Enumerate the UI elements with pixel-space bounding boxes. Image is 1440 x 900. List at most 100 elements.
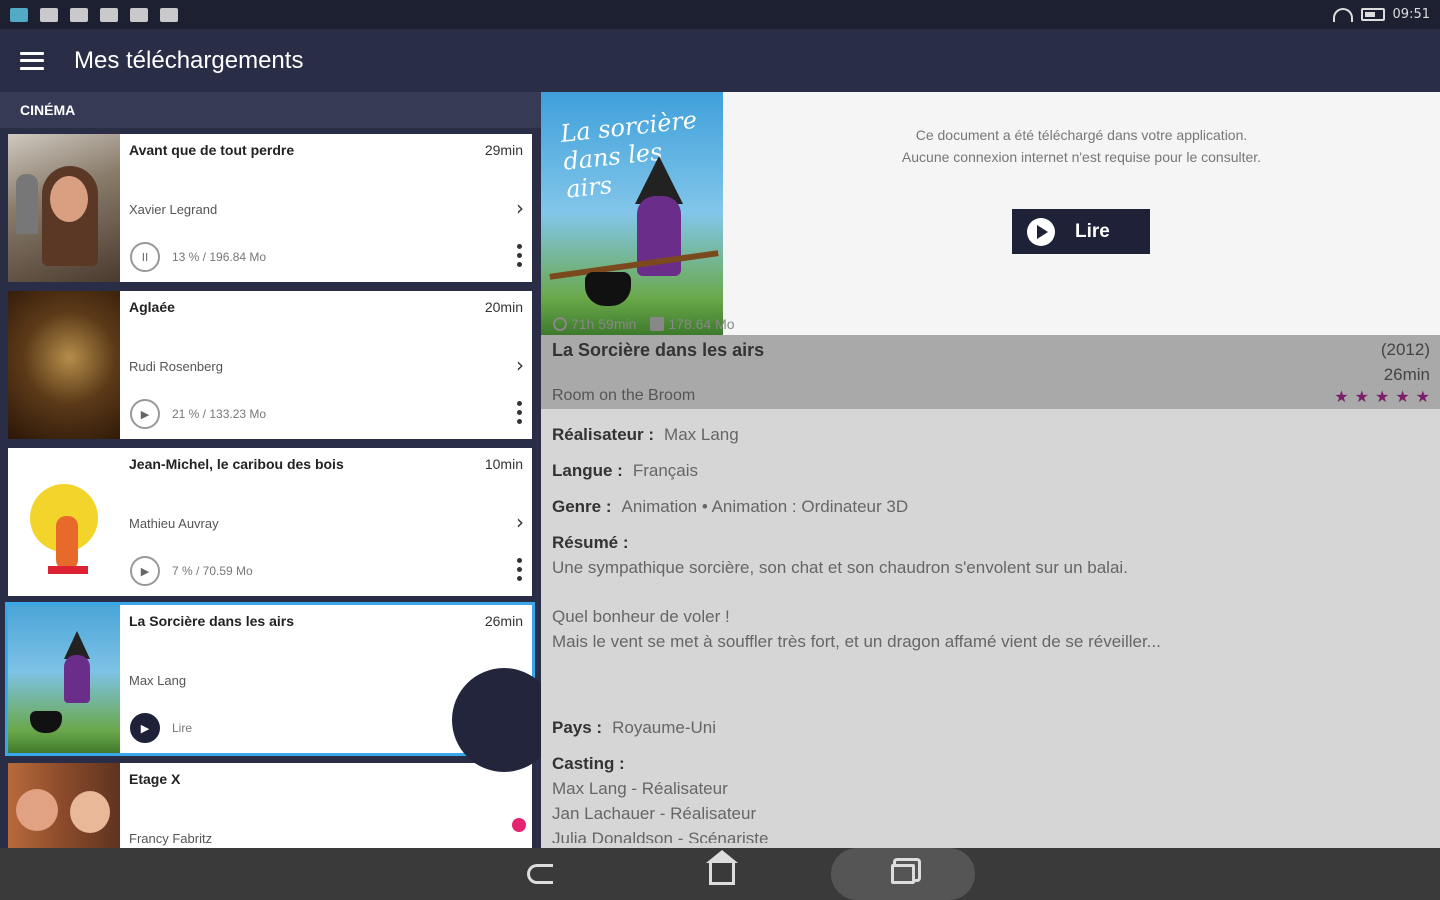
language-row: Langue : Français bbox=[552, 461, 699, 480]
notification-badge bbox=[512, 818, 526, 832]
cloud-icon bbox=[40, 7, 58, 22]
play-icon[interactable]: ▶ bbox=[130, 713, 160, 743]
cast-label: Casting : bbox=[552, 754, 625, 773]
genre-value: Animation • Animation : Ordinateur 3D bbox=[621, 497, 909, 516]
card-duration: 10min bbox=[484, 456, 523, 472]
summary-text: Une sympathique sorcière, son chat et so… bbox=[552, 558, 1128, 577]
film-poster: La sorcière dans les airs bbox=[541, 92, 723, 335]
more-options-icon[interactable] bbox=[517, 401, 522, 424]
play-icon[interactable]: ▶ bbox=[130, 399, 160, 429]
play-button[interactable]: Lire bbox=[1012, 209, 1150, 254]
offline-message-line: Aucune connexion internet n'est requise … bbox=[901, 149, 1262, 165]
download-card[interactable]: Aglaée 20min Rudi Rosenberg › ▶ 21 % / 1… bbox=[8, 291, 532, 439]
star-icon: ★ bbox=[1415, 387, 1430, 406]
pause-icon[interactable]: II bbox=[130, 242, 160, 272]
notification-icons bbox=[10, 7, 178, 22]
star-icon: ★ bbox=[1395, 387, 1410, 406]
keyboard-icon bbox=[70, 7, 88, 22]
card-director: Xavier Legrand bbox=[129, 202, 218, 217]
film-duration: 26min bbox=[1383, 365, 1430, 384]
cast-member: Jan Lachauer - Réalisateur bbox=[552, 804, 757, 823]
more-options-icon[interactable] bbox=[517, 558, 522, 581]
summary-text: Quel bonheur de voler ! bbox=[552, 607, 730, 626]
battery-icon bbox=[1360, 8, 1385, 21]
chevron-right-icon[interactable]: › bbox=[516, 353, 524, 377]
genre-row: Genre : Animation • Animation : Ordinate… bbox=[552, 497, 909, 516]
card-title: Jean-Michel, le caribou des bois bbox=[129, 456, 344, 472]
hamburger-menu-icon[interactable] bbox=[20, 51, 44, 70]
section-header: CINÉMA bbox=[0, 92, 541, 128]
film-thumbnail bbox=[8, 763, 120, 848]
country-row: Pays : Royaume-Uni bbox=[552, 718, 717, 737]
app-icon bbox=[10, 7, 28, 22]
card-title: La Sorcière dans les airs bbox=[129, 613, 294, 629]
play-store-icon bbox=[160, 7, 178, 22]
recents-button[interactable] bbox=[831, 848, 975, 900]
system-nav-bar bbox=[0, 848, 1440, 900]
film-title: La Sorcière dans les airs bbox=[552, 340, 765, 360]
star-icon: ★ bbox=[1374, 387, 1390, 406]
card-director: Mathieu Auvray bbox=[129, 516, 219, 531]
card-duration: 20min bbox=[484, 299, 523, 315]
card-title: Aglaée bbox=[129, 299, 175, 315]
chevron-right-icon[interactable]: › bbox=[516, 510, 524, 534]
wifi-icon bbox=[1332, 7, 1353, 22]
play-icon bbox=[1027, 217, 1055, 246]
film-thumbnail bbox=[8, 605, 120, 753]
home-icon bbox=[706, 850, 738, 885]
summary-label: Résumé : bbox=[552, 533, 629, 552]
back-button[interactable] bbox=[500, 848, 580, 900]
storage-icon bbox=[650, 317, 665, 331]
back-icon bbox=[527, 864, 553, 884]
file-size: 178.64 Mo bbox=[668, 316, 735, 332]
download-card[interactable]: Avant que de tout perdre 29min Xavier Le… bbox=[8, 134, 532, 282]
more-options-icon[interactable] bbox=[517, 244, 522, 267]
download-card[interactable]: Jean-Michel, le caribou des bois 10min M… bbox=[8, 448, 532, 596]
clock-icon bbox=[553, 317, 567, 331]
offline-message: Ce document a été téléchargé dans votre … bbox=[723, 124, 1440, 168]
download-progress: 13 % / 196.84 Mo bbox=[172, 250, 267, 264]
card-director: Rudi Rosenberg bbox=[129, 359, 223, 374]
clock: 09:51 bbox=[1392, 7, 1430, 22]
film-thumbnail bbox=[8, 134, 120, 282]
page-title: Mes téléchargements bbox=[74, 46, 304, 74]
card-play-label[interactable]: Lire bbox=[172, 721, 192, 735]
country-value: Royaume-Uni bbox=[612, 718, 717, 737]
download-progress: 7 % / 70.59 Mo bbox=[172, 564, 253, 578]
film-thumbnail bbox=[8, 448, 120, 596]
offline-message-line: Ce document a été téléchargé dans votre … bbox=[915, 127, 1248, 143]
availability: 71h 59min bbox=[571, 316, 637, 332]
card-director: Francy Fabritz bbox=[129, 831, 213, 846]
card-title: Etage X bbox=[129, 771, 181, 787]
card-duration: 29min bbox=[484, 142, 523, 158]
cast-member: Julia Donaldson - Scénariste bbox=[552, 829, 769, 843]
card-duration: 26min bbox=[484, 613, 523, 629]
download-progress: 21 % / 133.23 Mo bbox=[172, 407, 267, 421]
status-bar: 09:51 bbox=[0, 0, 1440, 29]
film-thumbnail bbox=[8, 291, 120, 439]
download-card[interactable]: Etage X Francy Fabritz bbox=[8, 763, 532, 848]
home-button[interactable] bbox=[682, 848, 762, 900]
film-meta: 71h 59min 178.64 Mo bbox=[553, 316, 735, 332]
summary-text: Mais le vent se met à souffler très fort… bbox=[552, 632, 1161, 651]
card-title: Avant que de tout perdre bbox=[129, 142, 295, 158]
director-value: Max Lang bbox=[664, 425, 739, 444]
star-icon: ★ bbox=[1354, 387, 1369, 406]
play-icon[interactable]: ▶ bbox=[130, 556, 160, 586]
film-title-bar: La Sorcière dans les airs (2012) 26min R… bbox=[541, 335, 1440, 409]
card-director: Max Lang bbox=[129, 673, 187, 688]
sync-icon bbox=[100, 7, 118, 22]
film-detail-panel: La sorcière dans les airs Ce document a … bbox=[541, 92, 1440, 848]
recents-icon bbox=[891, 864, 915, 884]
app-bar: Mes téléchargements bbox=[0, 29, 1440, 92]
play-button-label: Lire bbox=[1075, 220, 1110, 242]
offline-info: Ce document a été téléchargé dans votre … bbox=[723, 92, 1440, 335]
original-title: Room on the Broom bbox=[552, 387, 696, 404]
film-year: (2012) bbox=[1380, 340, 1430, 359]
director-row: Réalisateur : Max Lang bbox=[552, 425, 739, 444]
language-value: Français bbox=[632, 461, 699, 480]
chevron-right-icon[interactable]: › bbox=[516, 196, 524, 220]
rating-stars: ★ ★ ★ ★ ★ bbox=[1334, 387, 1430, 406]
photo-icon bbox=[130, 7, 148, 22]
cast-member: Max Lang - Réalisateur bbox=[552, 779, 728, 798]
